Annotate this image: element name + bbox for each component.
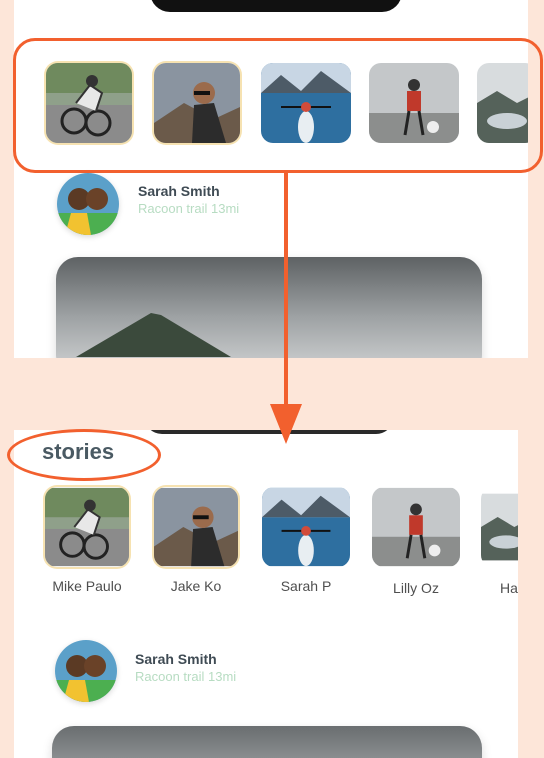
post-author-name: Sarah Smith [135,651,217,667]
two-friends-photo-icon [57,173,119,235]
story-thumbnail-5[interactable] [481,487,518,567]
kayak-photo-icon [262,487,350,567]
post-avatar[interactable] [55,640,117,702]
post-author-name: Sarah Smith [138,183,220,199]
story-name-4: Lilly Oz [393,580,439,596]
story-thumbnail-2[interactable] [154,487,238,567]
man-drinking-photo-icon [154,487,238,567]
highlight-ellipse [7,429,161,481]
highlight-box [13,38,543,173]
post-photo[interactable] [52,726,482,758]
two-friends-photo-icon [55,640,117,702]
story-name-3: Sarah P [280,578,332,594]
arrow-down-icon [270,172,302,444]
story-thumbnail-3[interactable] [262,487,350,567]
mountain-photo-icon [52,726,482,758]
post-subtitle: Racoon trail 13mi [138,201,240,216]
cyclist-photo-icon [45,487,129,567]
lake-photo-icon [481,493,518,561]
post-subtitle: Racoon trail 13mi [135,669,237,684]
story-thumbnail-4[interactable] [372,487,460,567]
story-name-1: Mike Paulo [52,578,122,594]
story-name-5: Ha [500,580,518,596]
post-avatar[interactable] [57,173,119,235]
story-name-2: Jake Ko [170,578,222,594]
hiker-photo-icon [372,487,460,567]
story-thumbnail-1[interactable] [45,487,129,567]
phone-notch [150,0,402,12]
